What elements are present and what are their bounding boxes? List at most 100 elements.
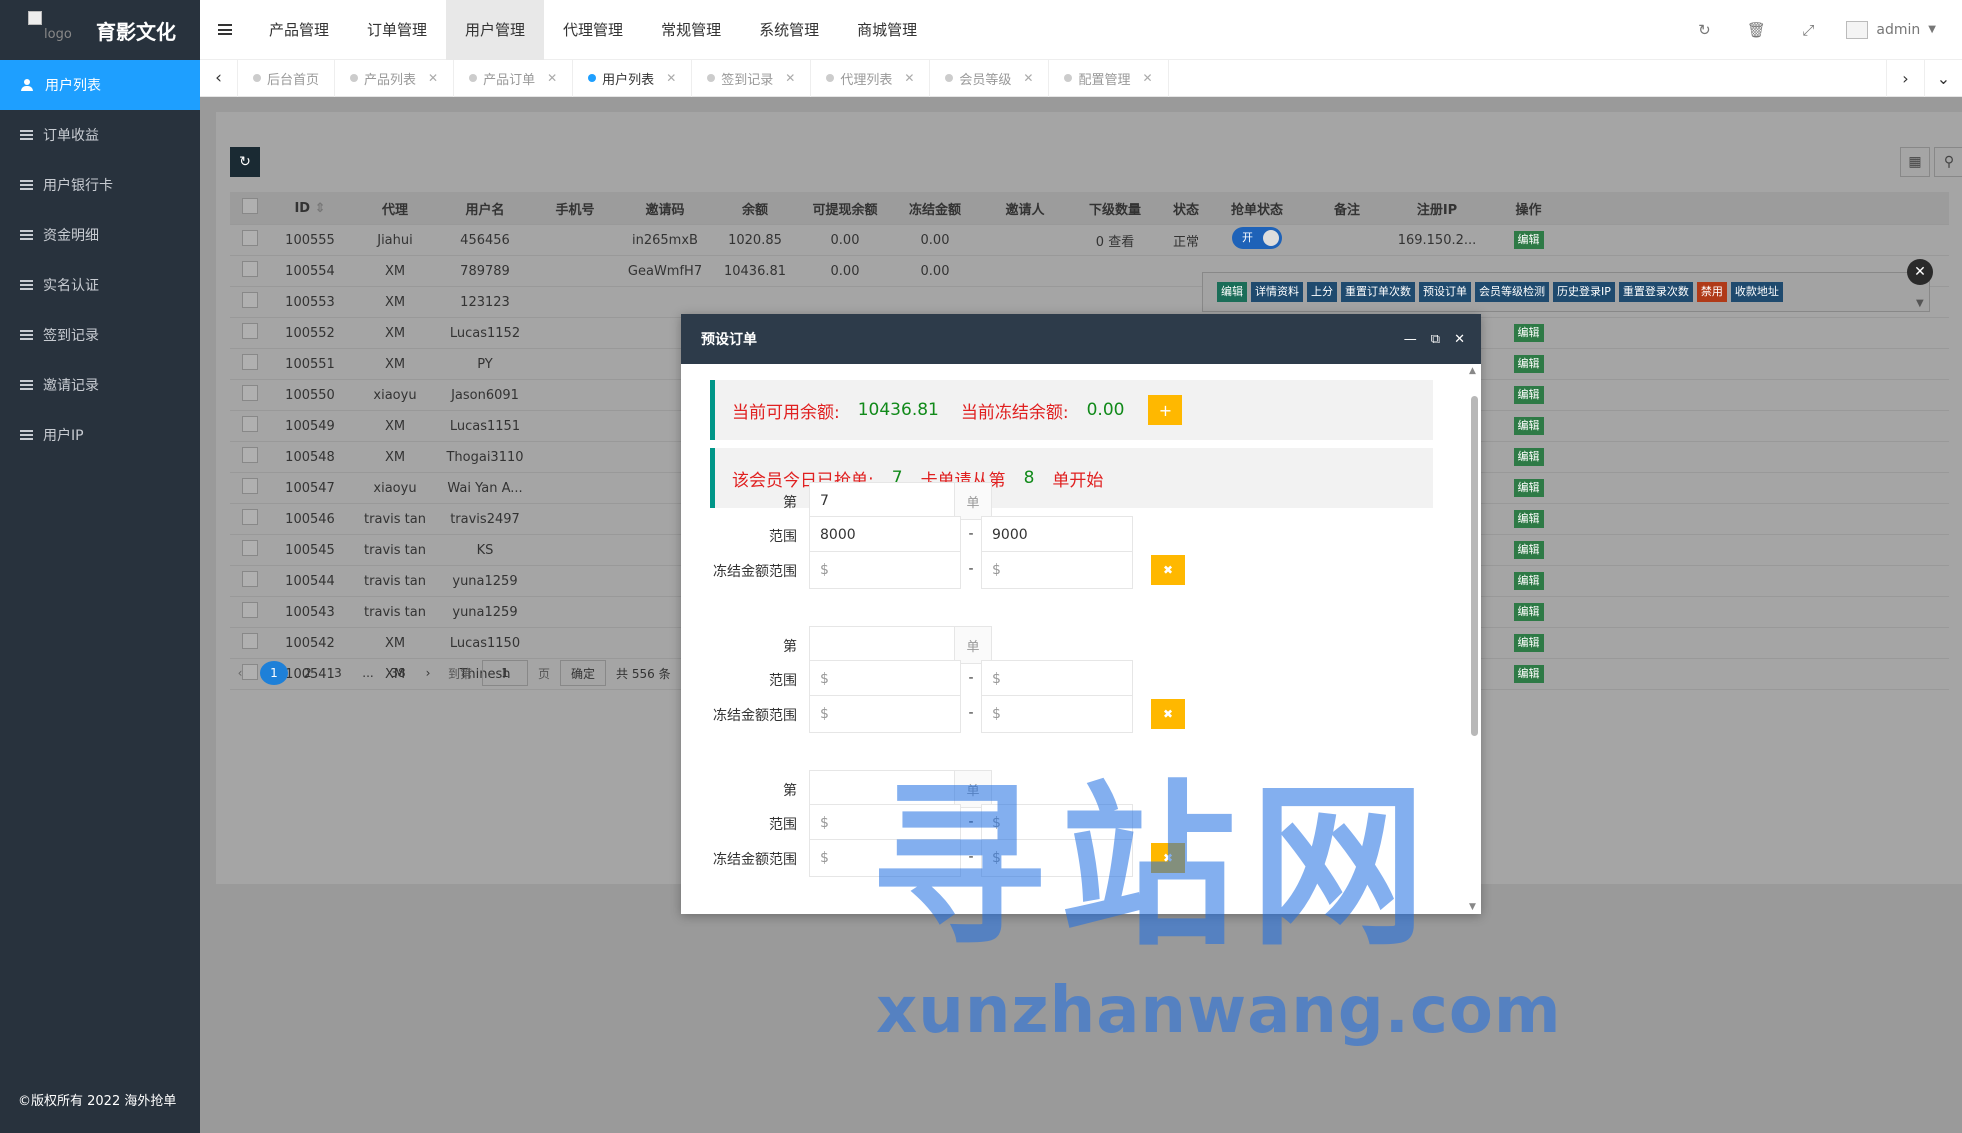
- top-nav-item[interactable]: 商城管理: [838, 0, 936, 60]
- page-tab[interactable]: 会员等级 ✕: [930, 59, 1050, 97]
- goto-confirm-button[interactable]: 确定: [560, 660, 607, 686]
- order-number-input[interactable]: 7: [809, 482, 955, 520]
- page-tab[interactable]: 产品列表 ✕: [335, 59, 455, 97]
- edit-button[interactable]: 编辑: [1513, 355, 1544, 373]
- edit-button[interactable]: 编辑: [1513, 541, 1544, 559]
- tab-close-icon[interactable]: ✕: [1023, 71, 1033, 85]
- row-checkbox[interactable]: [242, 540, 258, 556]
- edit-button[interactable]: 编辑: [1513, 324, 1544, 342]
- row-checkbox[interactable]: [242, 261, 258, 277]
- range-min-input[interactable]: $: [809, 660, 961, 698]
- page-next-button[interactable]: ›: [418, 661, 438, 685]
- row-action-button[interactable]: 上分: [1307, 282, 1337, 302]
- tab-close-icon[interactable]: ✕: [785, 71, 795, 85]
- edit-button[interactable]: 编辑: [1513, 386, 1544, 404]
- row-action-button[interactable]: 历史登录IP: [1553, 282, 1615, 302]
- row-action-button[interactable]: 编辑: [1217, 282, 1247, 302]
- refresh-icon[interactable]: ↻: [1678, 0, 1730, 60]
- tabs-prev-button[interactable]: ‹: [200, 59, 238, 97]
- column-header[interactable]: ID ⇕: [270, 201, 350, 216]
- top-nav-item[interactable]: 系统管理: [740, 0, 838, 60]
- maximize-icon[interactable]: ⧉: [1431, 332, 1440, 347]
- table-refresh-button[interactable]: ↻: [230, 147, 260, 177]
- tab-close-icon[interactable]: ✕: [666, 71, 676, 85]
- order-number-input[interactable]: [809, 626, 955, 664]
- tab-close-icon[interactable]: ✕: [904, 71, 914, 85]
- row-action-button[interactable]: 详情资料: [1251, 282, 1303, 302]
- range-max-input[interactable]: $: [981, 804, 1133, 842]
- edit-button[interactable]: 编辑: [1513, 665, 1544, 683]
- row-checkbox[interactable]: [242, 478, 258, 494]
- user-menu[interactable]: admin ▼: [1834, 20, 1962, 39]
- page-tab[interactable]: 后台首页: [238, 59, 336, 97]
- tabs-next-button[interactable]: ›: [1886, 59, 1924, 97]
- page-number[interactable]: 2: [298, 661, 318, 685]
- add-group-button[interactable]: +: [1148, 395, 1183, 425]
- edit-button[interactable]: 编辑: [1513, 603, 1544, 621]
- row-action-button[interactable]: 会员等级检测: [1475, 282, 1549, 302]
- row-checkbox[interactable]: [242, 571, 258, 587]
- row-action-button[interactable]: 预设订单: [1419, 282, 1471, 302]
- edit-button[interactable]: 编辑: [1513, 417, 1544, 435]
- row-checkbox[interactable]: [242, 230, 258, 246]
- page-prev-button[interactable]: ‹: [230, 661, 250, 685]
- order-number-input[interactable]: [809, 770, 955, 808]
- edit-button[interactable]: 编辑: [1513, 572, 1544, 590]
- row-checkbox[interactable]: [242, 602, 258, 618]
- row-action-button[interactable]: 重置订单次数: [1341, 282, 1415, 302]
- row-checkbox[interactable]: [242, 509, 258, 525]
- range-max-input[interactable]: 9000: [981, 516, 1133, 554]
- sidebar-item-2[interactable]: 用户银行卡: [0, 160, 200, 210]
- edit-button[interactable]: 编辑: [1513, 231, 1544, 249]
- edit-button[interactable]: 编辑: [1513, 634, 1544, 652]
- edit-button[interactable]: 编辑: [1513, 479, 1544, 497]
- range-min-input[interactable]: $: [809, 804, 961, 842]
- frozen-max-input[interactable]: $: [981, 695, 1133, 733]
- page-number[interactable]: 1: [260, 661, 288, 685]
- tab-close-icon[interactable]: ✕: [1143, 71, 1153, 85]
- sidebar-item-5[interactable]: 签到记录: [0, 310, 200, 360]
- frozen-min-input[interactable]: $: [809, 695, 961, 733]
- top-nav-item[interactable]: 用户管理: [446, 0, 545, 60]
- trash-icon[interactable]: 🗑: [1730, 0, 1782, 60]
- page-tab[interactable]: 代理列表 ✕: [811, 59, 931, 97]
- page-tab[interactable]: 配置管理 ✕: [1049, 59, 1169, 97]
- range-min-input[interactable]: 8000: [809, 516, 961, 554]
- page-number[interactable]: 3: [328, 661, 348, 685]
- page-number[interactable]: 38: [388, 661, 408, 685]
- top-nav-item[interactable]: 订单管理: [348, 0, 446, 60]
- edit-button[interactable]: 编辑: [1513, 510, 1544, 528]
- row-checkbox[interactable]: [242, 416, 258, 432]
- row-checkbox[interactable]: [242, 385, 258, 401]
- close-icon[interactable]: ✕: [1907, 259, 1933, 285]
- modal-close-icon[interactable]: ✕: [1454, 332, 1465, 347]
- tab-close-icon[interactable]: ✕: [547, 71, 557, 85]
- modal-scrollbar[interactable]: ▲ ▼: [1469, 366, 1479, 912]
- top-nav-item[interactable]: 常规管理: [642, 0, 740, 60]
- page-tab[interactable]: 签到记录 ✕: [692, 59, 812, 97]
- delete-group-button[interactable]: ✖: [1151, 699, 1185, 729]
- fullscreen-icon[interactable]: ⤢: [1782, 0, 1834, 60]
- row-checkbox[interactable]: [242, 354, 258, 370]
- top-nav-item[interactable]: 产品管理: [250, 0, 348, 60]
- row-checkbox[interactable]: [242, 323, 258, 339]
- search-button[interactable]: ⚲: [1934, 147, 1962, 177]
- frozen-max-input[interactable]: $: [981, 839, 1133, 877]
- row-action-button[interactable]: 禁用: [1696, 282, 1727, 302]
- range-max-input[interactable]: $: [981, 660, 1133, 698]
- page-tab[interactable]: 产品订单 ✕: [454, 59, 574, 97]
- page-tab[interactable]: 用户列表 ✕: [573, 59, 693, 97]
- sidebar-item-4[interactable]: 实名认证: [0, 260, 200, 310]
- goto-page-input[interactable]: 1: [482, 660, 529, 686]
- frozen-min-input[interactable]: $: [809, 839, 961, 877]
- edit-button[interactable]: 编辑: [1513, 448, 1544, 466]
- row-checkbox[interactable]: [242, 633, 258, 649]
- delete-group-button[interactable]: ✖: [1151, 555, 1185, 585]
- sidebar-item-1[interactable]: 订单收益: [0, 110, 200, 160]
- menu-toggle-button[interactable]: [200, 0, 250, 60]
- frozen-min-input[interactable]: $: [809, 551, 961, 589]
- row-checkbox[interactable]: [242, 292, 258, 308]
- grab-toggle[interactable]: 开: [1232, 227, 1282, 249]
- sidebar-item-0[interactable]: 用户列表: [0, 60, 200, 110]
- sort-icon[interactable]: ⇕: [310, 201, 326, 216]
